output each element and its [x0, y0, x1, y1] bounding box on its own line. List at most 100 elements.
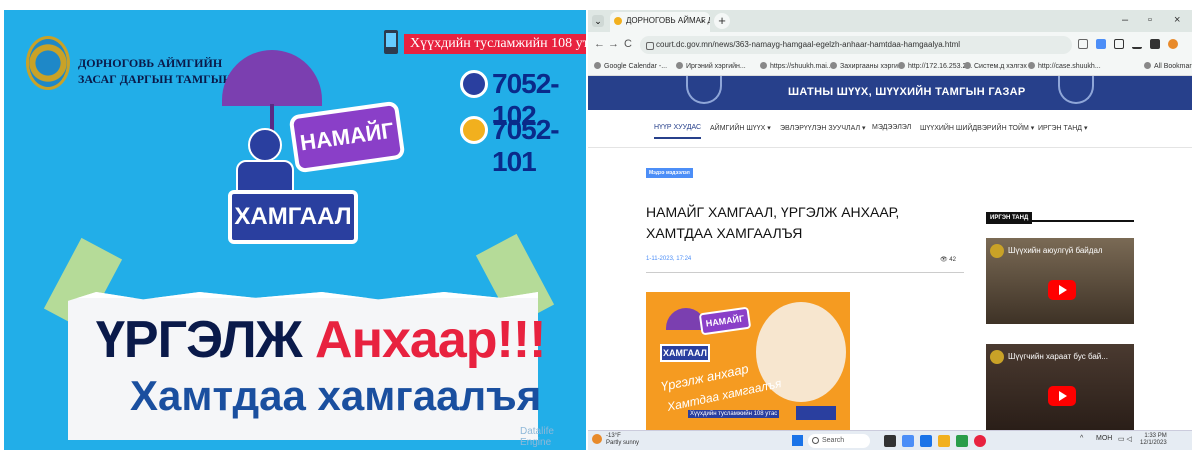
slogan-line1: ҮРГЭЛЖ Анхаар!!! — [96, 310, 546, 370]
tab-bar: ⌄ ДОРНОГОВЬ АЙМАГ ДАХЬ Ш × + – ▫ × — [588, 10, 1192, 32]
browser-window: ⌄ ДОРНОГОВЬ АЙМАГ ДАХЬ Ш × + – ▫ × ← → C… — [588, 10, 1192, 450]
weather-desc: Partly sunny — [606, 440, 640, 446]
phone-number-2: 7052-101 — [460, 114, 584, 177]
bookmark-item[interactable]: http://case.shuukh... — [1028, 62, 1101, 70]
forward-button[interactable]: → — [608, 38, 619, 50]
thumb-phone-numbers — [796, 406, 836, 420]
police-badge-icon — [460, 70, 488, 98]
windows-start-icon[interactable] — [792, 435, 803, 446]
phone-number-1: 7052-102 — [460, 68, 584, 131]
clock-time: 1:33 PM — [1144, 433, 1167, 439]
back-button[interactable]: ← — [594, 38, 605, 50]
tab-title: ДОРНОГОВЬ АЙМАГ ДАХЬ Ш — [626, 16, 710, 25]
thumb-hotline: Хүүхдийн тусламжийн 108 утас — [688, 410, 780, 418]
emblem-icon — [26, 36, 70, 90]
hotline-banner: Хүүхдийн тусламжийн 108 утас — [384, 30, 586, 54]
app-icon[interactable] — [902, 435, 914, 447]
sidebar-heading-label: ИРГЭН ТАНД — [986, 212, 1033, 224]
url-input[interactable]: court.dc.gov.mn/news/363-namayg-hamgaal-… — [640, 36, 1072, 54]
bookmark-item[interactable]: Систем.д хэлгэх — [964, 62, 1027, 70]
site-header: ШАТНЫ ШҮҮХ, ШҮҮХИЙН ТАМГЫН ГАЗАР — [588, 76, 1192, 110]
video-embed-1[interactable]: Шүүхийн аюулгүй байдал — [986, 238, 1134, 324]
reload-button[interactable]: C — [624, 38, 632, 50]
umbrella-icon — [222, 50, 322, 106]
bookmark-item[interactable]: All Bookmar — [1144, 62, 1192, 70]
menu-item-home[interactable]: НҮҮР ХУУДАС — [654, 124, 702, 139]
hotline-text: Хүүхдийн тусламжийн 108 утас — [404, 34, 586, 54]
taskbar-search[interactable]: Search — [808, 434, 870, 448]
article-headline: НАМАЙГ ХАМГААЛ, ҮРГЭЛЖ АНХААР, ХАМТДАА Х… — [646, 204, 900, 241]
slogan-part2: Анхаар!!! — [315, 311, 546, 369]
menu-item-decisions[interactable]: ШҮҮХИЙН ШИЙДВЭРИЙН ТОЙМ ▾ — [920, 124, 1034, 132]
download-icon[interactable] — [1132, 39, 1142, 49]
tab-search-icon[interactable]: ⌄ — [592, 15, 604, 27]
site-title: ШАТНЫ ШҮҮХ, ШҮҮХИЙН ТАМГЫН ГАЗАР — [788, 86, 1026, 98]
menu-item-news[interactable]: МЭДЭЭЛЭЛ — [872, 124, 911, 131]
menu-item-court[interactable]: АЙМГИЙН ШҮҮХ ▾ — [710, 124, 771, 132]
app-icon[interactable] — [920, 435, 932, 447]
network-volume-icon[interactable]: ▭ ◁ — [1118, 435, 1132, 443]
child-head-icon — [248, 128, 282, 162]
star-icon[interactable] — [1078, 39, 1088, 49]
menu-item-mediation[interactable]: ЭВЛЭРҮҮЛЭН ЗУУЧЛАЛ ▾ — [780, 124, 866, 132]
close-window-button[interactable]: × — [1174, 14, 1180, 26]
minimize-button[interactable]: – — [1122, 14, 1128, 26]
taskbar: -13°F Partly sunny Search ^ МОН ▭ ◁ 1:33… — [588, 430, 1192, 450]
org-name-line1: ДОРНОГОВЬ АЙМГИЙН — [78, 56, 223, 70]
site-favicon-icon — [614, 17, 622, 25]
bookmark-item[interactable]: Иргэний хэргийн... — [676, 62, 746, 70]
channel-avatar — [990, 244, 1004, 258]
play-icon[interactable] — [1048, 386, 1076, 406]
article-date: 1-11-2023, 17:24 — [646, 256, 692, 262]
court-emblem-icon — [686, 76, 722, 104]
phone-number-2-text: 7052-101 — [492, 114, 560, 177]
edge-icon[interactable] — [956, 435, 968, 447]
thumb-bubble-top: НАМАЙГ — [698, 306, 752, 336]
sidebar-heading: ИРГЭН ТАНД — [986, 206, 1134, 224]
play-icon[interactable] — [1048, 280, 1076, 300]
file-explorer-icon[interactable] — [938, 435, 950, 447]
menu-item-citizen[interactable]: ИРГЭН ТАНД ▾ — [1038, 124, 1088, 132]
system-clock[interactable]: 1:33 PM 12/1/2023 — [1140, 433, 1167, 447]
clock-date: 12/1/2023 — [1140, 440, 1167, 446]
weather-widget[interactable]: -13°F Partly sunny — [606, 433, 639, 447]
video-title: Шүүгчийн хараат бус бай... — [1008, 352, 1108, 361]
watermark: Datalife Engine — [520, 426, 554, 448]
tray-expand-icon[interactable]: ^ — [1080, 435, 1083, 442]
divider — [646, 272, 964, 273]
bookmark-item[interactable]: Захиргааны хэрги... — [830, 62, 904, 70]
speech-bubble-bottom: ХАМГААЛ — [228, 190, 358, 244]
bookmarks-bar: Google Calendar -... Иргэний хэргийн... … — [588, 58, 1192, 76]
channel-avatar — [990, 350, 1004, 364]
court-emblem-icon — [1058, 76, 1094, 104]
weather-temp: -13°F — [606, 433, 621, 439]
speech-bubble-top: НАМАЙГ — [288, 100, 406, 174]
bookmark-item[interactable]: https://shuukh.mai... — [760, 62, 833, 70]
org-logo-block: ДОРНОГОВЬ АЙМГИЙН ЗАСАГ ДАРГЫН ТАМГЫН ГА… — [26, 36, 272, 96]
emergency-badge-icon — [460, 116, 488, 144]
view-count: 👁 42 — [940, 257, 956, 263]
video-embed-2[interactable]: Шүүгчийн хараат бус бай... — [986, 344, 1134, 430]
new-tab-button[interactable]: + — [714, 13, 730, 29]
address-bar-row: ← → C court.dc.gov.mn/news/363-namayg-ha… — [588, 32, 1192, 58]
slogan-part1: ҮРГЭЛЖ — [96, 311, 303, 369]
main-menu: НҮҮР ХУУДАС АЙМГИЙН ШҮҮХ ▾ ЭВЛЭРҮҮЛЭН ЗУ… — [588, 110, 1192, 148]
task-view-icon[interactable] — [884, 435, 896, 447]
poster-image: ДОРНОГОВЬ АЙМГИЙН ЗАСАГ ДАРГЫН ТАМГЫН ГА… — [4, 10, 586, 450]
bookmark-item[interactable]: http://172.16.253.2... — [898, 62, 972, 70]
extension-icon[interactable] — [1096, 39, 1106, 49]
chrome-icon[interactable] — [974, 435, 986, 447]
phone-icon — [384, 30, 398, 54]
profile-icon[interactable] — [1168, 39, 1178, 49]
puzzle-icon[interactable] — [1114, 39, 1124, 49]
bookmark-item[interactable]: Google Calendar -... — [594, 62, 667, 70]
input-language[interactable]: МОН — [1096, 435, 1112, 442]
close-tab-icon[interactable]: × — [701, 12, 706, 30]
category-badge[interactable]: Мэдээ мэдээлэл — [646, 168, 693, 178]
weather-icon[interactable] — [592, 434, 602, 444]
browser-tab[interactable]: ДОРНОГОВЬ АЙМАГ ДАХЬ Ш × — [610, 12, 710, 32]
slogan-line2: Хамтдаа хамгаалъя — [130, 372, 542, 419]
article-image[interactable]: НАМАЙГ ХАМГААЛ Үргэлж анхаар Хамтдаа хам… — [646, 292, 850, 450]
restore-button[interactable]: ▫ — [1148, 14, 1152, 26]
sidebar-icon[interactable] — [1150, 39, 1160, 49]
